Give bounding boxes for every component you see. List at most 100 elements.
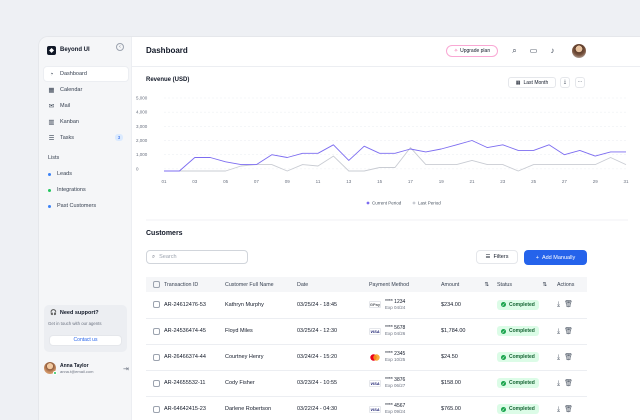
sidebar-item-label: Dashboard	[60, 71, 87, 77]
period-select[interactable]: ▦ Last Month	[508, 77, 556, 88]
trash-icon[interactable]: 🗑	[564, 328, 577, 335]
customers-title: Customers	[146, 230, 183, 237]
sidebar: ◆ Beyond UI ‹ ◔ Dashboard ▦ Calendar ✉ M…	[39, 37, 131, 420]
checkbox[interactable]	[153, 353, 160, 361]
brand[interactable]: ◆ Beyond UI	[47, 43, 90, 57]
trash-icon[interactable]: 🗑	[564, 380, 577, 387]
col-amount[interactable]: Amount ⇅	[441, 277, 497, 292]
row-select[interactable]	[146, 318, 164, 345]
sidebar-item-dashboard[interactable]: ◔ Dashboard	[44, 67, 128, 81]
sort-icon[interactable]: ⇅	[485, 282, 489, 288]
row-select[interactable]	[146, 370, 164, 397]
list-item-label: Past Customers	[57, 203, 97, 209]
filters-button[interactable]: ☰ Filters	[476, 250, 518, 264]
avatar[interactable]	[572, 44, 586, 58]
actions: ⤓🗑	[557, 292, 587, 319]
list-item-leads[interactable]: Leads	[48, 171, 72, 177]
y-tick-label: 2,000	[136, 138, 148, 143]
row-select[interactable]	[146, 292, 164, 319]
col-payment-method[interactable]: Payment Method	[369, 277, 441, 292]
table-row[interactable]: AR-24536474-45 Floyd Miles 03/25/24 - 12:3…	[146, 318, 587, 345]
checkbox[interactable]	[153, 379, 160, 387]
sidebar-item-kanban[interactable]: ▥ Kanban	[44, 115, 128, 129]
sidebar-item-tasks[interactable]: ☰ Tasks 3	[44, 131, 128, 145]
status-cell: ✓ Completed	[497, 318, 557, 345]
checkbox[interactable]	[153, 405, 160, 413]
transaction-id: AR-24655532-11	[164, 370, 225, 397]
contact-us-button[interactable]: Contact us	[49, 335, 122, 346]
list-item-integrations[interactable]: Integrations	[48, 187, 86, 193]
user-profile[interactable]: Anna Taylor anna.t@email.com ⇥	[44, 359, 130, 377]
status-cell: ✓ Completed	[497, 370, 557, 397]
customer-name: Kathryn Murphy	[225, 292, 297, 319]
search-input[interactable]: ⌕ Search	[146, 250, 248, 264]
support-title: 🎧 Need support?	[50, 310, 99, 316]
support-card: 🎧 Need support? Get in touch with our age…	[44, 305, 127, 352]
trash-icon[interactable]: 🗑	[564, 301, 577, 308]
row-select[interactable]	[146, 396, 164, 420]
row-select[interactable]	[146, 344, 164, 371]
x-tick-label: 01	[161, 179, 167, 184]
table-row[interactable]: AR-26466374-44 Courtney Henry 03/24/24 - 1…	[146, 344, 587, 371]
customer-name: Courtney Henry	[225, 344, 297, 371]
col-status[interactable]: Status ⇅	[497, 277, 557, 292]
sidebar-item-label: Tasks	[60, 135, 75, 141]
transaction-date: 03/25/24 - 18:45	[297, 292, 369, 319]
support-subtitle: Get in touch with our agents	[48, 321, 102, 326]
logo-icon: ◆	[47, 45, 56, 55]
series-line-last-period	[164, 147, 627, 172]
x-tick-label: 09	[285, 179, 291, 184]
card-brand: VISA	[369, 379, 381, 387]
visa-icon: VISA	[370, 380, 380, 386]
more-button[interactable]: ···	[575, 77, 585, 88]
trash-icon[interactable]: 🗑	[564, 406, 577, 413]
select-all[interactable]	[146, 277, 164, 292]
collapse-sidebar-icon[interactable]: ‹	[116, 43, 124, 51]
trash-icon[interactable]: 🗑	[564, 354, 577, 361]
user-email: anna.t@email.com	[60, 368, 94, 374]
checkbox[interactable]	[153, 281, 160, 288]
upgrade-plan-button[interactable]: ✧ Upgrade plan	[446, 45, 498, 57]
x-tick-label: 29	[593, 179, 599, 184]
transaction-date: 03/22/24 - 04:30	[297, 396, 369, 420]
checkbox[interactable]	[153, 327, 160, 335]
add-manually-button[interactable]: + Add Manually	[524, 250, 587, 265]
check-icon: ✓	[501, 406, 506, 412]
sidebar-item-mail[interactable]: ✉ Mail	[44, 99, 128, 113]
actions: ⤓🗑	[557, 318, 587, 345]
list-item-past-customers[interactable]: Past Customers	[48, 203, 96, 209]
x-tick-label: 11	[316, 179, 321, 184]
legend-marker	[412, 201, 416, 205]
upgrade-plan-label: Upgrade plan	[460, 48, 491, 54]
sidebar-nav: ◔ Dashboard ▦ Calendar ✉ Mail ▥ Kanban ☰…	[44, 67, 128, 147]
x-tick-label: 13	[346, 179, 352, 184]
chat-icon[interactable]: ▭	[529, 46, 538, 55]
table-row[interactable]: AR-24655532-11 Cody Fisher 03/23/24 - 10:5…	[146, 370, 587, 397]
page-title: Dashboard	[146, 46, 188, 55]
support-title-text: Need support?	[59, 310, 99, 316]
col-customer-name[interactable]: Customer Full Name	[225, 277, 297, 292]
brand-name: Beyond UI	[60, 47, 90, 53]
bell-icon[interactable]: ♪	[548, 46, 557, 55]
visa-icon: VISA	[370, 406, 380, 412]
sidebar-item-calendar[interactable]: ▦ Calendar	[44, 83, 128, 97]
sort-icon[interactable]: ⇅	[543, 282, 547, 288]
col-transaction-id[interactable]: Transaction ID	[164, 277, 225, 292]
table-row[interactable]: AR-24612476-53 Kathryn Murphy 03/25/24 - 1…	[146, 292, 587, 319]
download-button[interactable]: ⤓	[560, 77, 570, 88]
plus-icon: +	[535, 254, 539, 261]
x-tick-label: 15	[377, 179, 383, 184]
sidebar-item-label: Mail	[60, 103, 71, 109]
table-row[interactable]: AR-64642415-23 Darlene Robertson 03/22/24 …	[146, 396, 587, 420]
gpay-icon: GPay	[369, 302, 381, 308]
col-date[interactable]: Date	[297, 277, 369, 292]
col-actions: Actions	[557, 281, 575, 288]
search-icon[interactable]: ⌕	[510, 46, 519, 55]
status-badge: ✓ Completed	[497, 352, 539, 362]
checkbox[interactable]	[153, 301, 160, 309]
online-indicator	[53, 371, 57, 375]
logout-icon[interactable]: ⇥	[123, 365, 129, 373]
calendar-icon: ▦	[48, 86, 55, 94]
x-tick-label: 03	[192, 179, 198, 184]
y-tick-label: 5,000	[136, 96, 148, 101]
